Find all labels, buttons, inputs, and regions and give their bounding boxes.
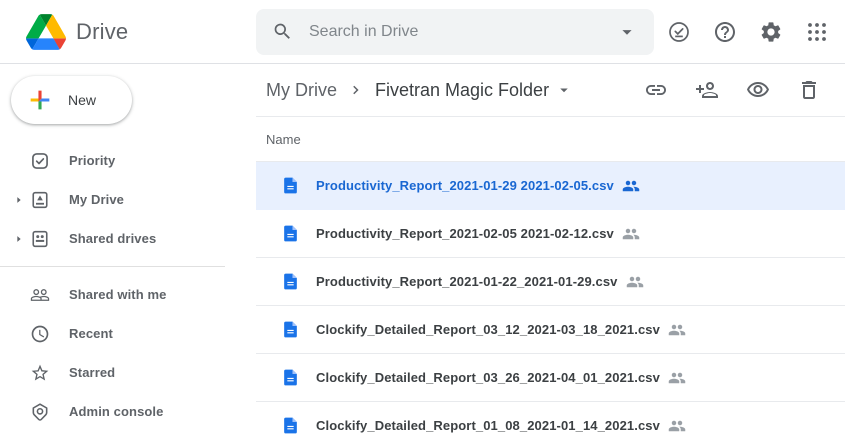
delete-trash-icon[interactable] [797,78,821,102]
share-person-add-icon[interactable] [695,78,719,102]
csv-file-icon [281,272,300,291]
main-content: My Drive Fivetran Magic Folder [256,64,845,438]
breadcrumb-current-folder[interactable]: Fivetran Magic Folder [375,80,549,101]
preview-eye-icon[interactable] [746,78,770,102]
admin-console-icon [30,402,50,422]
file-row[interactable]: Productivity_Report_2021-01-29 2021-02-0… [256,162,845,210]
sidebar-nav: Priority My Drive [0,141,256,431]
app-header: Drive [0,0,845,64]
priority-check-icon [30,151,50,171]
sidebar-item-admin-console[interactable]: Admin console [0,392,256,431]
shared-people-icon [622,177,640,195]
expand-arrow-icon[interactable] [8,195,30,205]
search-input[interactable] [309,23,616,41]
sidebar-item-shared-drives[interactable]: Shared drives [0,219,256,258]
sidebar-item-shared-with-me[interactable]: Shared with me [0,275,256,314]
new-button[interactable]: New [11,76,132,124]
shared-people-icon [668,417,686,435]
drive-logo[interactable]: Drive [0,14,256,50]
file-list: Productivity_Report_2021-01-29 2021-02-0… [256,162,845,439]
csv-file-icon [281,368,300,387]
sidebar-item-priority[interactable]: Priority [0,141,256,180]
drive-triangle-logo-icon [26,14,66,50]
help-icon[interactable] [713,20,737,44]
file-row[interactable]: Clockify_Detailed_Report_03_12_2021-03_1… [256,306,845,354]
new-plus-icon [26,86,54,114]
shared-people-icon [668,321,686,339]
header-actions [667,20,845,44]
shared-people-icon [622,225,640,243]
file-row[interactable]: Clockify_Detailed_Report_01_08_2021-01_1… [256,402,845,439]
breadcrumb-my-drive[interactable]: My Drive [266,80,337,101]
breadcrumb: My Drive Fivetran Magic Folder [256,64,845,117]
shared-people-icon [668,369,686,387]
settings-gear-icon[interactable] [759,20,783,44]
shared-with-me-icon [30,285,50,305]
offline-status-icon[interactable] [667,20,691,44]
google-apps-grid-icon[interactable] [805,20,829,44]
sidebar-item-recent[interactable]: Recent [0,314,256,353]
star-icon [30,363,50,383]
search-options-caret-icon[interactable] [616,21,638,43]
app-title: Drive [76,19,128,45]
new-button-label: New [68,92,96,108]
my-drive-icon [30,190,50,210]
search-bar[interactable] [256,9,654,55]
file-row[interactable]: Productivity_Report_2021-01-22_2021-01-2… [256,258,845,306]
csv-file-icon [281,176,300,195]
chevron-right-icon [347,81,365,99]
expand-arrow-icon[interactable] [8,234,30,244]
sidebar-item-starred[interactable]: Starred [0,353,256,392]
file-row[interactable]: Productivity_Report_2021-02-05 2021-02-1… [256,210,845,258]
sidebar-divider [0,266,225,267]
sidebar-item-my-drive[interactable]: My Drive [0,180,256,219]
search-icon[interactable] [272,21,293,42]
column-header-name[interactable]: Name [256,117,845,162]
shared-drives-icon [30,229,50,249]
sidebar: New Priority [0,64,256,438]
get-link-icon[interactable] [644,78,668,102]
recent-clock-icon [30,324,50,344]
csv-file-icon [281,320,300,339]
csv-file-icon [281,224,300,243]
selection-toolbar [644,78,821,102]
folder-menu-caret-icon[interactable] [555,81,573,99]
shared-people-icon [626,273,644,291]
file-row[interactable]: Clockify_Detailed_Report_03_26_2021-04_0… [256,354,845,402]
csv-file-icon [281,416,300,435]
